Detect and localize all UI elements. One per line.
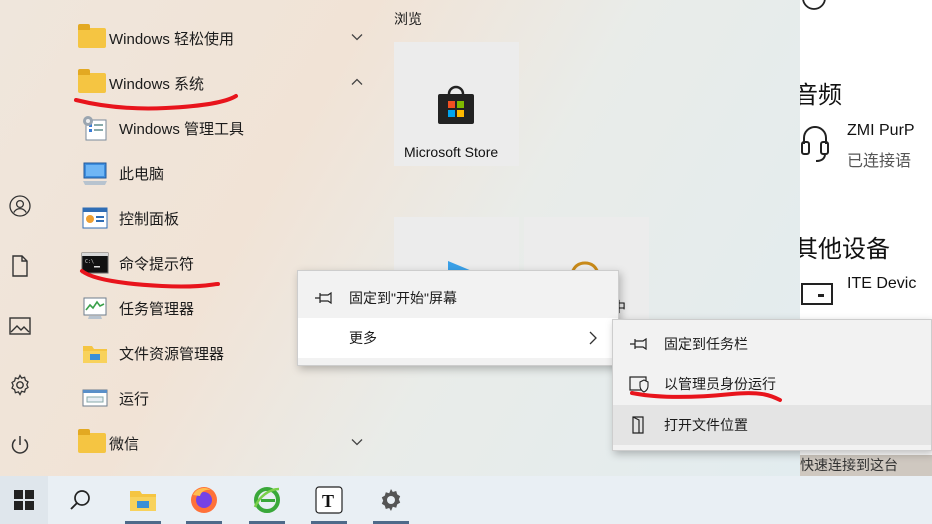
bottom-strip: 快速连接到这台 — [800, 455, 932, 476]
chevron-down-icon[interactable] — [350, 30, 364, 44]
taskbar-settings[interactable] — [367, 476, 415, 524]
app-label: 此电脑 — [119, 165, 165, 183]
list-item-windows-ease-of-access[interactable]: Windows 轻松使用 — [60, 18, 380, 58]
file-location-icon — [632, 416, 644, 434]
taskbar-internet-explorer[interactable] — [243, 476, 291, 524]
this-pc-icon — [83, 162, 107, 185]
menu-item-more[interactable]: 更多 — [298, 318, 618, 358]
headset-icon — [801, 126, 829, 162]
menu-item-label: 以管理员身份运行 — [664, 376, 776, 392]
admin-tools-icon — [83, 116, 107, 141]
taskbar-firefox[interactable] — [180, 476, 228, 524]
list-item-windows-admin-tools[interactable]: Windows 管理工具 — [60, 108, 380, 148]
documents-icon[interactable] — [9, 255, 31, 277]
device-status: 已连接语 — [847, 153, 912, 170]
chevron-right-icon — [589, 331, 597, 345]
device-icon — [801, 283, 833, 305]
firefox-icon — [191, 487, 217, 513]
app-label: 命令提示符 — [119, 255, 195, 273]
menu-item-pin-to-taskbar[interactable]: 固定到任务栏 — [613, 324, 931, 364]
list-item-wechat[interactable]: 微信 — [60, 423, 380, 463]
app-label: Windows 管理工具 — [119, 120, 245, 138]
search-button[interactable] — [56, 476, 104, 524]
app-label: 任务管理器 — [119, 300, 195, 318]
list-item-run[interactable]: 运行 — [60, 378, 380, 418]
menu-item-open-file-location[interactable]: 打开文件位置 — [613, 405, 931, 445]
typora-icon: T — [315, 486, 343, 514]
power-icon[interactable] — [9, 434, 31, 456]
submenu-more: 固定到任务栏 以管理员身份运行 打开文件位置 — [612, 319, 932, 451]
task-manager-icon — [83, 297, 107, 319]
search-icon — [70, 490, 90, 510]
app-label: Windows 轻松使用 — [109, 30, 235, 48]
taskbar: T — [0, 476, 932, 524]
chevron-down-icon[interactable] — [350, 435, 364, 449]
app-label: 文件资源管理器 — [119, 345, 225, 363]
settings-icon[interactable] — [9, 374, 31, 396]
menu-item-run-as-admin[interactable]: 以管理员身份运行 — [613, 364, 931, 404]
svg-text:C:\: C:\ — [85, 259, 94, 265]
list-item-windows-system[interactable]: Windows 系统 — [60, 63, 380, 103]
pin-icon — [315, 291, 332, 305]
app-label: 控制面板 — [119, 210, 180, 228]
menu-item-label: 固定到"开始"屏幕 — [349, 290, 457, 306]
folder-icon — [78, 24, 108, 52]
file-explorer-icon — [83, 346, 107, 363]
file-explorer-icon — [130, 491, 156, 511]
command-prompt-icon: C:\ — [81, 252, 109, 274]
windows-start-icon — [14, 490, 34, 510]
menu-item-label: 打开文件位置 — [664, 417, 748, 433]
list-item-control-panel[interactable]: 控制面板 — [60, 198, 380, 238]
taskbar-file-explorer[interactable] — [119, 476, 167, 524]
windows-start-button[interactable] — [0, 476, 48, 524]
tiles-section-label: 浏览 — [394, 11, 422, 27]
store-bag-icon — [438, 85, 474, 124]
app-label: 微信 — [109, 435, 140, 453]
app-label: Windows 系统 — [109, 75, 205, 93]
circle-icon — [802, 0, 826, 10]
admin-shield-icon — [629, 376, 649, 393]
section-heading-audio: 音频 — [800, 82, 842, 109]
list-item-this-pc[interactable]: 此电脑 — [60, 153, 380, 193]
user-account-icon[interactable] — [9, 195, 31, 217]
other-device-name[interactable]: ITE Devic — [847, 275, 916, 293]
device-name[interactable]: ZMI PurP — [847, 122, 915, 140]
section-heading-other-devices: 其他设备 — [800, 236, 890, 263]
menu-item-label: 固定到任务栏 — [664, 336, 748, 352]
menu-item-pin-to-start[interactable]: 固定到"开始"屏幕 — [298, 278, 618, 318]
taskbar-typora[interactable]: T — [305, 476, 353, 524]
svg-text:T: T — [322, 491, 334, 511]
tile-label: Microsoft Store — [404, 144, 499, 160]
start-left-rail — [0, 0, 42, 476]
menu-item-label: 更多 — [349, 330, 377, 346]
pictures-icon[interactable] — [9, 315, 31, 337]
context-menu: 固定到"开始"屏幕 更多 — [297, 270, 619, 366]
app-label: 运行 — [119, 390, 150, 408]
folder-icon — [78, 69, 108, 97]
folder-icon — [78, 429, 108, 457]
control-panel-icon — [82, 207, 108, 229]
pin-icon — [630, 337, 647, 351]
chevron-up-icon[interactable] — [350, 75, 364, 89]
ie-icon — [253, 487, 280, 513]
bottom-text: 快速连接到这台 — [800, 457, 898, 473]
tile-microsoft-store[interactable]: Microsoft Store — [394, 42, 519, 166]
settings-gear-icon — [381, 489, 401, 511]
run-icon — [82, 389, 108, 407]
